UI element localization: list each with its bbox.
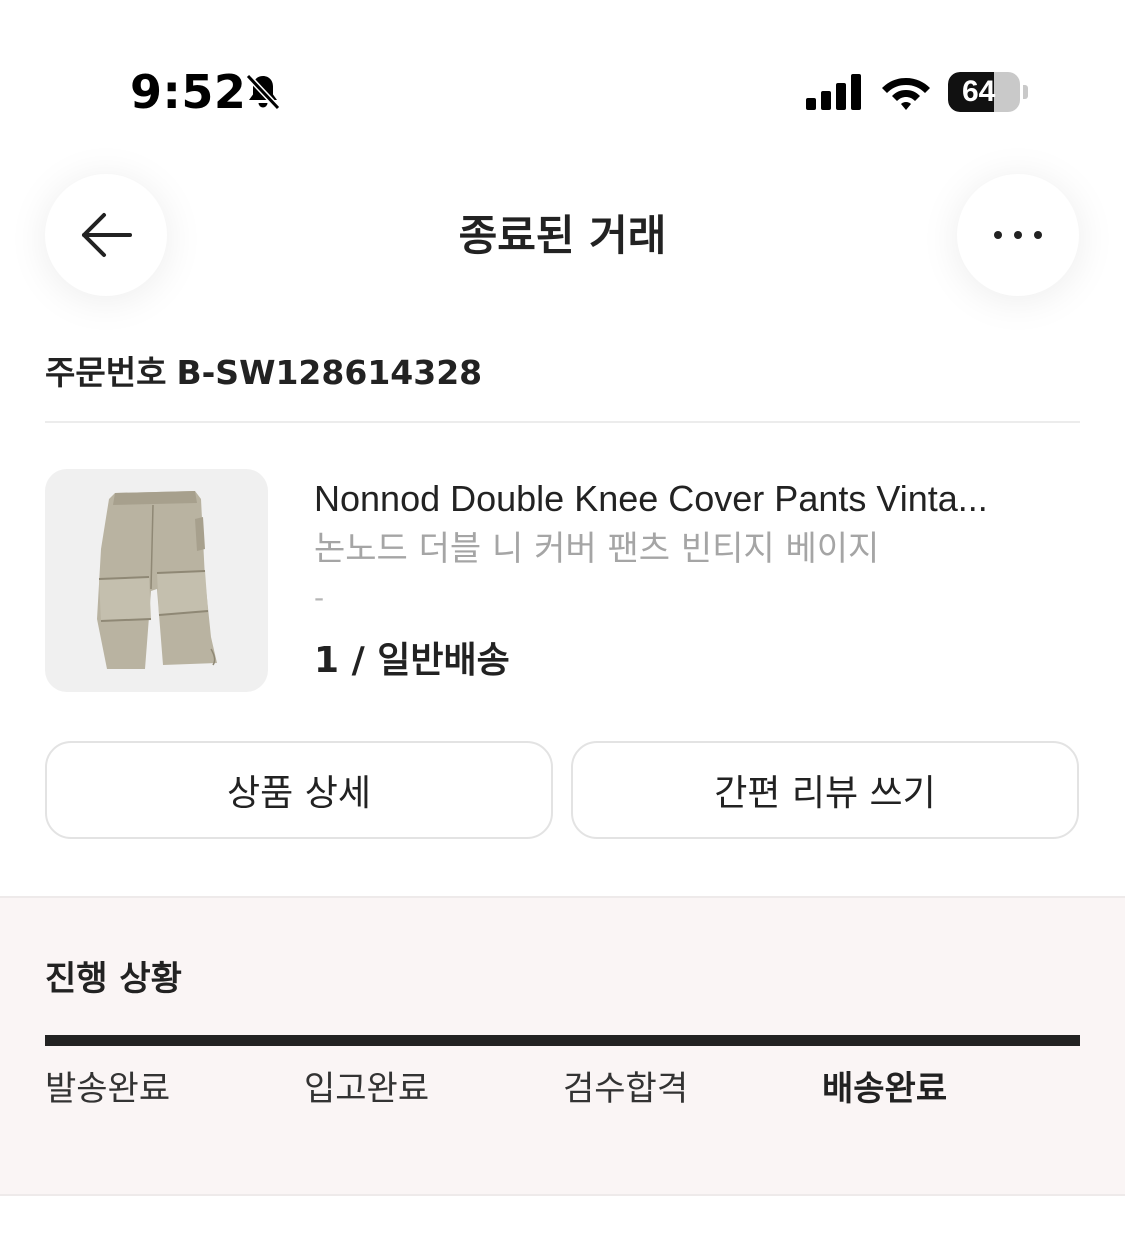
header: 종료된 거래 — [0, 150, 1125, 320]
wifi-icon — [882, 78, 930, 110]
status-bar: 9:52 64 — [0, 0, 1125, 130]
step-delivered: 배송완료 — [822, 1069, 948, 1109]
battery-percent: 64 — [962, 75, 996, 108]
product-detail-button[interactable]: 상품 상세 — [45, 741, 553, 839]
step-shipped: 발송완료 — [45, 1069, 171, 1109]
order-number-label: 주문번호 — [45, 353, 167, 392]
product-name-en[interactable]: Nonnod Double Knee Cover Pants Vinta... — [314, 474, 1074, 524]
step-warehoused: 입고완료 — [304, 1069, 430, 1109]
battery-body: 64 — [948, 72, 1020, 112]
progress-track — [45, 1035, 1080, 1046]
product-name-ko: 논노드 더블 니 커버 팬츠 빈티지 베이지 — [314, 529, 880, 569]
more-button[interactable] — [957, 174, 1079, 296]
divider — [45, 421, 1080, 423]
progress-title: 진행 상황 — [45, 959, 182, 999]
battery-indicator: 64 — [948, 72, 1028, 112]
more-horizontal-icon — [994, 231, 1042, 239]
product-image[interactable] — [45, 469, 268, 692]
quick-review-button[interactable]: 간편 리뷰 쓰기 — [571, 741, 1079, 839]
product-option: - — [314, 581, 325, 614]
bell-slash-icon — [245, 73, 281, 111]
order-number-row: 주문번호 B-SW128614328 — [45, 350, 482, 396]
order-number-value: B-SW128614328 — [176, 353, 483, 392]
step-inspection-passed: 검수합격 — [563, 1069, 689, 1109]
pants-image — [97, 491, 217, 669]
progress-section: 진행 상황 발송완료 입고완료 검수합격 배송완료 — [0, 896, 1125, 1196]
cellular-signal-icon — [806, 74, 861, 110]
product-quantity-shipping: 1 / 일반배송 — [314, 640, 510, 681]
battery-tip — [1023, 85, 1028, 99]
status-time: 9:52 — [130, 65, 247, 119]
progress-fill — [45, 1035, 1080, 1046]
